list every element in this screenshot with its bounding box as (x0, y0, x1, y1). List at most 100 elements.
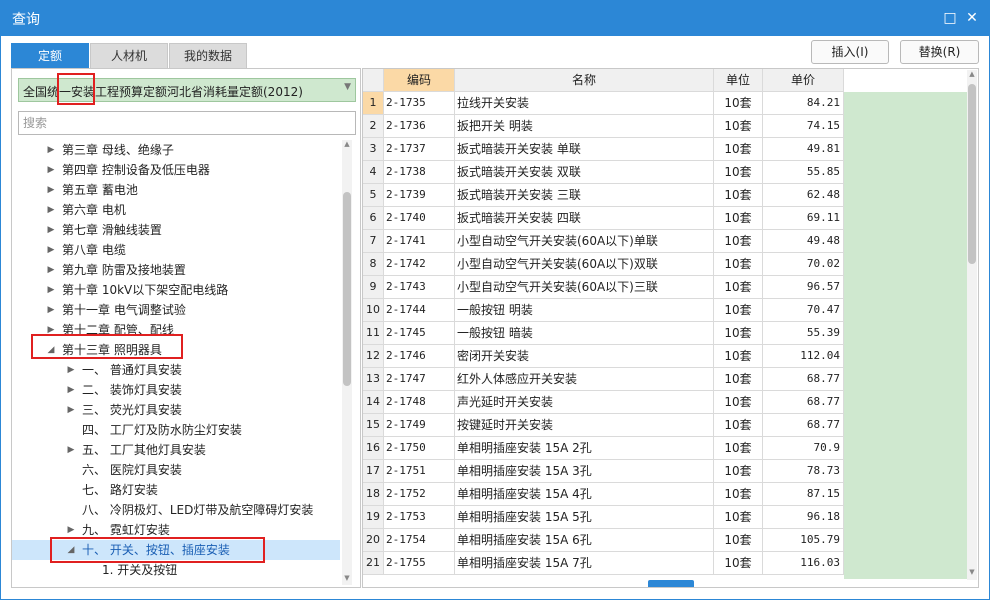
tree-node[interactable]: 四、 工厂灯及防水防尘灯安装 (12, 420, 340, 440)
caret-collapsed-icon[interactable]: ▶ (46, 240, 56, 260)
row-number[interactable]: 20 (363, 529, 384, 552)
table-cell-unit[interactable]: 10套 (714, 552, 763, 575)
tree-node[interactable]: ▶ 第五章 蓄电池 (12, 180, 340, 200)
tree-node[interactable]: ▶ 五、 工厂其他灯具安装 (12, 440, 340, 460)
table-cell-unit[interactable]: 10套 (714, 253, 763, 276)
row-number[interactable]: 18 (363, 483, 384, 506)
table-cell-code[interactable]: 2-1737 (384, 138, 455, 161)
row-number[interactable]: 12 (363, 345, 384, 368)
table-cell-unit[interactable]: 10套 (714, 460, 763, 483)
caret-collapsed-icon[interactable]: ▶ (46, 320, 56, 340)
row-number[interactable]: 13 (363, 368, 384, 391)
row-number[interactable]: 9 (363, 276, 384, 299)
table-cell-code[interactable]: 2-1742 (384, 253, 455, 276)
restore-icon[interactable]: □ (940, 8, 960, 28)
table-cell-unit[interactable]: 10套 (714, 161, 763, 184)
row-number[interactable]: 2 (363, 115, 384, 138)
scroll-down-icon[interactable]: ▼ (342, 574, 352, 582)
tree-node[interactable]: ▶ 第四章 控制设备及低压电器 (12, 160, 340, 180)
table-cell-price[interactable]: 84.21 (763, 92, 844, 115)
tree-node[interactable]: ▶ 第七章 滑触线装置 (12, 220, 340, 240)
tab-labor-material[interactable]: 人材机 (90, 43, 168, 68)
table-cell-code[interactable]: 2-1736 (384, 115, 455, 138)
table-cell-unit[interactable]: 10套 (714, 299, 763, 322)
tree-node[interactable]: ▶ 二、 装饰灯具安装 (12, 380, 340, 400)
table-cell-unit[interactable]: 10套 (714, 529, 763, 552)
table-cell-name[interactable]: 扳把开关 明装 (455, 115, 714, 138)
scroll-down-icon[interactable]: ▼ (967, 568, 977, 576)
tree-scrollbar[interactable]: ▲ ▼ (342, 140, 352, 585)
table-cell-unit[interactable]: 10套 (714, 230, 763, 253)
library-select[interactable]: 全国统一安装工程预算定额河北省消耗量定额(2012) ▼ (18, 78, 356, 102)
table-cell-price[interactable]: 55.85 (763, 161, 844, 184)
table-cell-code[interactable]: 2-1751 (384, 460, 455, 483)
row-number[interactable]: 21 (363, 552, 384, 575)
tree-node[interactable]: ▶ 第三章 母线、绝缘子 (12, 140, 340, 160)
caret-collapsed-icon[interactable]: ▶ (46, 200, 56, 220)
close-icon[interactable]: ✕ (962, 8, 982, 28)
caret-collapsed-icon[interactable]: ▶ (46, 220, 56, 240)
table-cell-price[interactable]: 96.57 (763, 276, 844, 299)
table-cell-price[interactable]: 55.39 (763, 322, 844, 345)
table-cell-price[interactable]: 70.02 (763, 253, 844, 276)
row-number[interactable]: 5 (363, 184, 384, 207)
bottom-splitter-handle[interactable] (648, 580, 694, 587)
table-cell-code[interactable]: 2-1749 (384, 414, 455, 437)
table-cell-price[interactable]: 69.11 (763, 207, 844, 230)
tree-node[interactable]: 2. 插座 (12, 580, 340, 583)
table-cell-code[interactable]: 2-1746 (384, 345, 455, 368)
caret-collapsed-icon[interactable]: ▶ (46, 180, 56, 200)
table-cell-price[interactable]: 105.79 (763, 529, 844, 552)
table-cell-code[interactable]: 2-1743 (384, 276, 455, 299)
table-cell-unit[interactable]: 10套 (714, 322, 763, 345)
table-cell-unit[interactable]: 10套 (714, 92, 763, 115)
table-cell-code[interactable]: 2-1741 (384, 230, 455, 253)
table-cell-name[interactable]: 单相明插座安装 15A 7孔 (455, 552, 714, 575)
table-cell-price[interactable]: 70.47 (763, 299, 844, 322)
row-number[interactable]: 15 (363, 414, 384, 437)
table-cell-price[interactable]: 49.48 (763, 230, 844, 253)
tree-node[interactable]: ▶ 三、 荧光灯具安装 (12, 400, 340, 420)
table-cell-price[interactable]: 70.9 (763, 437, 844, 460)
row-number[interactable]: 11 (363, 322, 384, 345)
table-cell-code[interactable]: 2-1745 (384, 322, 455, 345)
table-cell-price[interactable]: 68.77 (763, 391, 844, 414)
table-cell-price[interactable]: 74.15 (763, 115, 844, 138)
table-cell-unit[interactable]: 10套 (714, 115, 763, 138)
row-number[interactable]: 1 (363, 92, 384, 115)
tree-node[interactable]: ▶ 一、 普通灯具安装 (12, 360, 340, 380)
column-header-price[interactable]: 单价 (763, 69, 844, 92)
table-cell-code[interactable]: 2-1735 (384, 92, 455, 115)
search-input[interactable] (18, 111, 356, 135)
insert-button[interactable]: 插入(I) (811, 40, 889, 64)
tree-node[interactable]: 七、 路灯安装 (12, 480, 340, 500)
table-cell-price[interactable]: 78.73 (763, 460, 844, 483)
table-cell-name[interactable]: 拉线开关安装 (455, 92, 714, 115)
table-cell-price[interactable]: 87.15 (763, 483, 844, 506)
table-cell-code[interactable]: 2-1750 (384, 437, 455, 460)
column-header-code[interactable]: 编码 (384, 69, 455, 92)
tree-node[interactable]: ▶ 第十二章 配管、配线 (12, 320, 340, 340)
table-cell-code[interactable]: 2-1738 (384, 161, 455, 184)
row-number[interactable]: 6 (363, 207, 384, 230)
table-cell-code[interactable]: 2-1755 (384, 552, 455, 575)
table-cell-code[interactable]: 2-1747 (384, 368, 455, 391)
row-number[interactable]: 3 (363, 138, 384, 161)
caret-collapsed-icon[interactable]: ▶ (66, 380, 76, 400)
tree-node[interactable]: ▶ 第六章 电机 (12, 200, 340, 220)
row-number[interactable]: 14 (363, 391, 384, 414)
tree-node[interactable]: ▶ 第十章 10kV以下架空配电线路 (12, 280, 340, 300)
tree-node[interactable]: 八、 冷阴极灯、LED灯带及航空障碍灯安装 (12, 500, 340, 520)
table-scrollbar-thumb[interactable] (968, 84, 976, 264)
row-number[interactable]: 4 (363, 161, 384, 184)
table-cell-code[interactable]: 2-1753 (384, 506, 455, 529)
tree-node[interactable]: ▶ 第九章 防雷及接地装置 (12, 260, 340, 280)
tree-node[interactable]: ▶ 第十一章 电气调整试验 (12, 300, 340, 320)
row-number[interactable]: 16 (363, 437, 384, 460)
table-cell-name[interactable]: 扳式暗装开关安装 单联 (455, 138, 714, 161)
caret-collapsed-icon[interactable]: ▶ (46, 160, 56, 180)
row-number[interactable]: 7 (363, 230, 384, 253)
tree-node[interactable]: ◢ 十、 开关、按钮、插座安装 (12, 540, 340, 560)
tab-quota[interactable]: 定额 (11, 43, 89, 68)
column-header-name[interactable]: 名称 (455, 69, 714, 92)
